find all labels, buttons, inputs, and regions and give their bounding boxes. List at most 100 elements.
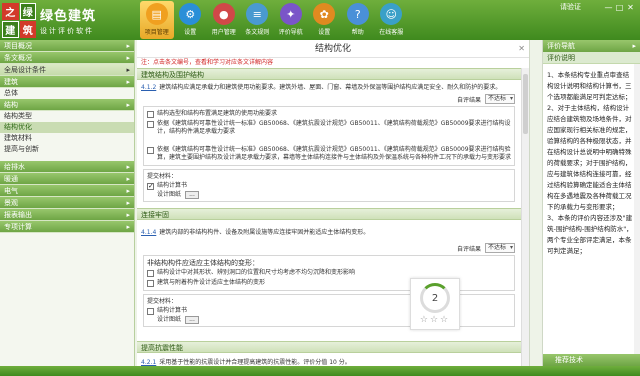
upload-label: 设计图纸 — [157, 191, 182, 198]
nav-help[interactable]: ? 帮助 — [341, 1, 375, 39]
sidebar-item[interactable]: 提高与创新 — [0, 144, 134, 155]
clause-body: 建筑内部的非结构构件、设备及附属设施等应连接牢固并能适应主体结构变形。 — [159, 229, 370, 236]
rules-icon: ≡ — [246, 3, 269, 25]
right-panel-header[interactable]: 评价导航 — [543, 40, 640, 52]
nav-user-management[interactable]: ● 用户管理 — [207, 1, 241, 39]
option-item[interactable]: 依据《建筑结构可靠性设计统一标准》GB50068、《建筑抗震设计规范》GB500… — [147, 119, 511, 137]
checkbox[interactable] — [147, 280, 154, 287]
sidebar-group[interactable]: 全局设计条件 — [0, 64, 134, 76]
nav-label: 评价导航 — [278, 29, 303, 36]
sidebar-group[interactable]: 建筑 — [0, 76, 134, 88]
logo-char: 筑 — [19, 21, 36, 38]
sidebar-group[interactable]: 暖通 — [0, 173, 134, 185]
section-header: 建筑结构及围护结构 — [137, 68, 521, 80]
sidebar-item[interactable]: 建筑材料 — [0, 133, 134, 144]
vertical-scrollbar[interactable] — [521, 68, 529, 366]
sidebar: 项目概况条文概况全局设计条件建筑总体结构结构类型结构优化建筑材料提高与创新给排水… — [0, 40, 135, 366]
notice-text: 注：点击条文编号，查看和学习对应条文详解内容 — [141, 59, 274, 66]
sidebar-group[interactable]: 结构 — [0, 99, 134, 111]
logo-char: 建 — [2, 21, 19, 38]
nav-label: 设置 — [184, 29, 197, 36]
main-toolbar: ▤ 项目管理 ⚙ 设置 ● 用户管理 ≡ 条文规则 ✦ 评价导航 ✿ 设置 ? … — [140, 1, 408, 39]
nav-project-management[interactable]: ▤ 项目管理 — [140, 1, 174, 39]
sidebar-group[interactable]: 报表输出 — [0, 209, 134, 221]
checkbox[interactable] — [147, 147, 154, 154]
score-widget[interactable]: 2 ☆☆☆ — [410, 278, 460, 330]
content-scroll-area: 建筑结构及围护结构 4.1.2 建筑结构应满足承载力和建筑使用功能要求。建筑外墙、… — [137, 68, 521, 366]
sidebar-group[interactable]: 电气 — [0, 185, 134, 197]
minimize-icon[interactable]: — — [603, 3, 614, 12]
nav-label: 用户管理 — [211, 29, 236, 36]
right-panel: 评价导航 评价说明 1、本条结构专业重点审查结构设计说明和结构计算书，三个选项都… — [542, 40, 640, 366]
logo-char: 之 — [2, 3, 19, 20]
self-eval-select[interactable]: 不达标 — [485, 243, 515, 253]
sidebar-item[interactable]: 结构类型 — [0, 111, 134, 122]
clause-number-link[interactable]: 4.1.2 — [141, 84, 156, 91]
clause-body: 采用基于性能的抗震设计并合理提高建筑的抗震性能。评价分值 10 分。 — [159, 359, 351, 366]
status-bar — [0, 366, 640, 376]
app-title: 绿色建筑 — [40, 8, 97, 24]
material-item[interactable]: 结构计算书 — [147, 181, 511, 191]
browse-button[interactable]: ... — [185, 190, 200, 199]
options-box: 结构选型和结构布置满足建筑的使用功能要求 依据《建筑结构可靠性设计统一标准》GB… — [143, 106, 515, 166]
self-eval-row: 自评结果 不达标 — [137, 237, 521, 255]
logo-mark: 之 绿 建 筑 — [2, 3, 36, 38]
checkbox[interactable] — [147, 270, 154, 277]
sidebar-group[interactable]: 项目概况 — [0, 40, 134, 52]
sidebar-item[interactable]: 结构优化 — [0, 122, 134, 133]
upload-row: 设计图纸 ... — [147, 190, 511, 199]
checkbox[interactable] — [147, 121, 154, 128]
app-name: 绿色建筑 设计评价软件 — [40, 5, 96, 36]
app-logo: 之 绿 建 筑 绿色建筑 设计评价软件 — [2, 3, 96, 38]
sidebar-group[interactable]: 条文概况 — [0, 52, 134, 64]
nav-label: 帮助 — [351, 29, 364, 36]
sidebar-group[interactable]: 景观 — [0, 197, 134, 209]
option-text: 结构设计中对其形状、辨别洞口的位置和尺寸均考虑不均匀沉降和变形影响 — [157, 269, 356, 276]
clause-text: 4.1.4 建筑内部的非结构构件、设备及附属设施等应连接牢固并能适应主体结构变形。 — [137, 220, 521, 237]
option-text: 结构选型和结构布置满足建筑的使用功能要求 — [157, 110, 278, 117]
self-eval-row: 自评结果 不达标 — [137, 92, 521, 106]
clause-number-link[interactable]: 4.1.4 — [141, 229, 156, 236]
option-item[interactable]: 结构设计中对其形状、辨别洞口的位置和尺寸均考虑不均匀沉降和变形影响 — [147, 268, 511, 278]
nav-online-service[interactable]: ☺ 在线客服 — [375, 1, 409, 39]
nav-settings[interactable]: ⚙ 设置 — [174, 1, 208, 39]
logo-char: 绿 — [19, 3, 36, 20]
close-icon[interactable]: ✕ — [518, 40, 525, 58]
clause-number-link[interactable]: 4.2.1 — [141, 359, 156, 366]
score-ring: 2 — [420, 283, 450, 313]
compass-icon: ✦ — [279, 3, 302, 25]
self-eval-select[interactable]: 不达标 — [485, 94, 515, 104]
materials-label: 提交材料： — [147, 173, 178, 180]
sidebar-item[interactable]: 总体 — [0, 88, 134, 99]
sidebar-group[interactable]: 给排水 — [0, 161, 134, 173]
self-eval-label: 自评结果 — [456, 96, 481, 104]
browse-button[interactable]: ... — [185, 315, 200, 324]
page-title-text: 结构优化 — [314, 44, 351, 54]
option-spacer — [147, 137, 511, 145]
clause-body: 建筑结构应满足承载力和建筑使用功能要求。建筑外墙、屋面、门窗、幕墙及外保温等围护… — [159, 84, 502, 91]
checkbox-checked[interactable] — [147, 182, 154, 191]
checkbox[interactable] — [147, 111, 154, 118]
material-text: 结构计算书 — [157, 307, 188, 314]
recommended-tech-tab[interactable]: 推荐技术 — [543, 354, 640, 366]
close-icon[interactable]: ✕ — [625, 3, 636, 12]
title-bar: 之 绿 建 筑 绿色建筑 设计评价软件 ▤ 项目管理 ⚙ 设置 ● 用户管理 ≡… — [0, 0, 640, 40]
nav-label: 设置 — [318, 29, 331, 36]
user-greeting[interactable]: 请验证 — [560, 2, 581, 12]
clause-text: 4.1.2 建筑结构应满足承载力和建筑使用功能要求。建筑外墙、屋面、门窗、幕墙及外… — [137, 80, 521, 92]
section-header: 连接牢固 — [137, 208, 521, 220]
right-scrollbar[interactable] — [634, 64, 640, 354]
option-item[interactable]: 依据《建筑结构可靠性设计统一标准》GB50068、《建筑抗震设计规范》GB500… — [147, 145, 511, 163]
sidebar-group[interactable]: 专项计算 — [0, 221, 134, 233]
maximize-icon[interactable]: □ — [614, 3, 625, 12]
scrollbar-thumb[interactable] — [523, 74, 528, 134]
nav-settings-2[interactable]: ✿ 设置 — [308, 1, 342, 39]
window-controls: 请验证 — □ ✕ — [560, 2, 636, 12]
nav-clause-rules[interactable]: ≡ 条文规则 — [241, 1, 275, 39]
option-text: 依据《建筑结构可靠性设计统一标准》GB50068、《建筑抗震设计规范》GB500… — [157, 146, 512, 161]
nav-evaluation-guide[interactable]: ✦ 评价导航 — [274, 1, 308, 39]
option-item[interactable]: 结构选型和结构布置满足建筑的使用功能要求 — [147, 109, 511, 119]
checkbox[interactable] — [147, 307, 154, 315]
evaluation-notes: 1、本条结构专业重点审查结构设计说明和结构计算书，三个选项都能满足可判定达标； … — [547, 71, 633, 255]
app-subtitle: 设计评价软件 — [40, 26, 94, 35]
